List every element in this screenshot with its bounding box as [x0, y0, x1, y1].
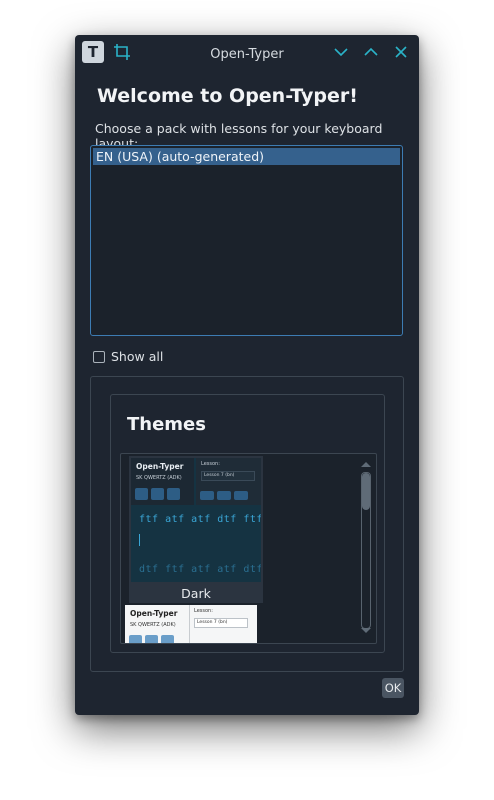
preview-divider [189, 605, 190, 643]
scroll-down-arrow-icon[interactable] [360, 627, 372, 635]
options-group: Themes Open-Typer SK QWERTZ (ADK) Lesson… [90, 376, 404, 672]
preview-layout: SK QWERTZ (ADK) [136, 475, 182, 481]
scrollbar-thumb[interactable] [362, 473, 370, 510]
pack-list-item[interactable]: EN (USA) (auto-generated) [93, 148, 400, 165]
preview-lesson-label: Lesson: [194, 608, 213, 614]
preview-brand: Open-Typer [136, 462, 184, 471]
scroll-up-arrow-icon[interactable] [360, 460, 372, 468]
show-all-checkbox[interactable] [93, 350, 105, 363]
preview-cursor [139, 534, 140, 546]
pack-list[interactable]: EN (USA) (auto-generated) [90, 145, 403, 336]
show-all-option[interactable]: Show all [93, 349, 163, 364]
themes-group: Themes Open-Typer SK QWERTZ (ADK) Lesson… [110, 394, 385, 653]
preview-toolbar [135, 488, 180, 500]
title-bar[interactable]: T Open-Typer [75, 35, 419, 69]
main-window: T Open-Typer Welcome to Open-Typer! Choo… [75, 35, 419, 715]
preview-lesson-buttons [200, 491, 248, 500]
minimize-icon[interactable] [333, 44, 349, 60]
theme-item-dark[interactable]: Open-Typer SK QWERTZ (ADK) Lesson: Lesso… [129, 456, 263, 603]
ok-button[interactable]: OK [382, 678, 404, 698]
themes-list[interactable]: Open-Typer SK QWERTZ (ADK) Lesson: Lesso… [120, 453, 377, 644]
maximize-icon[interactable] [363, 44, 379, 60]
preview-toolbar [129, 635, 174, 643]
show-all-label[interactable]: Show all [111, 349, 163, 364]
theme-item-light[interactable]: Open-Typer SK QWERTZ (ADK) Lesson: Lesso… [125, 605, 257, 643]
welcome-heading: Welcome to Open-Typer! [97, 85, 358, 107]
theme-label-dark: Dark [181, 586, 211, 601]
themes-title: Themes [127, 414, 206, 435]
preview-lesson-label: Lesson: [201, 461, 220, 467]
preview-layout: SK QWERTZ (ADK) [130, 622, 176, 628]
preview-text-line-2: dtf ftf atf atf dtf f [139, 564, 261, 575]
preview-lesson-select: Lesson 7 (bn) [194, 618, 248, 628]
preview-text-line-1: ftf atf atf dtf ftf a [139, 514, 261, 525]
theme-preview-dark: Open-Typer SK QWERTZ (ADK) Lesson: Lesso… [131, 458, 261, 582]
preview-lesson-select: Lesson 7 (bn) [201, 471, 255, 481]
preview-brand: Open-Typer [130, 609, 178, 618]
close-icon[interactable] [393, 44, 409, 60]
